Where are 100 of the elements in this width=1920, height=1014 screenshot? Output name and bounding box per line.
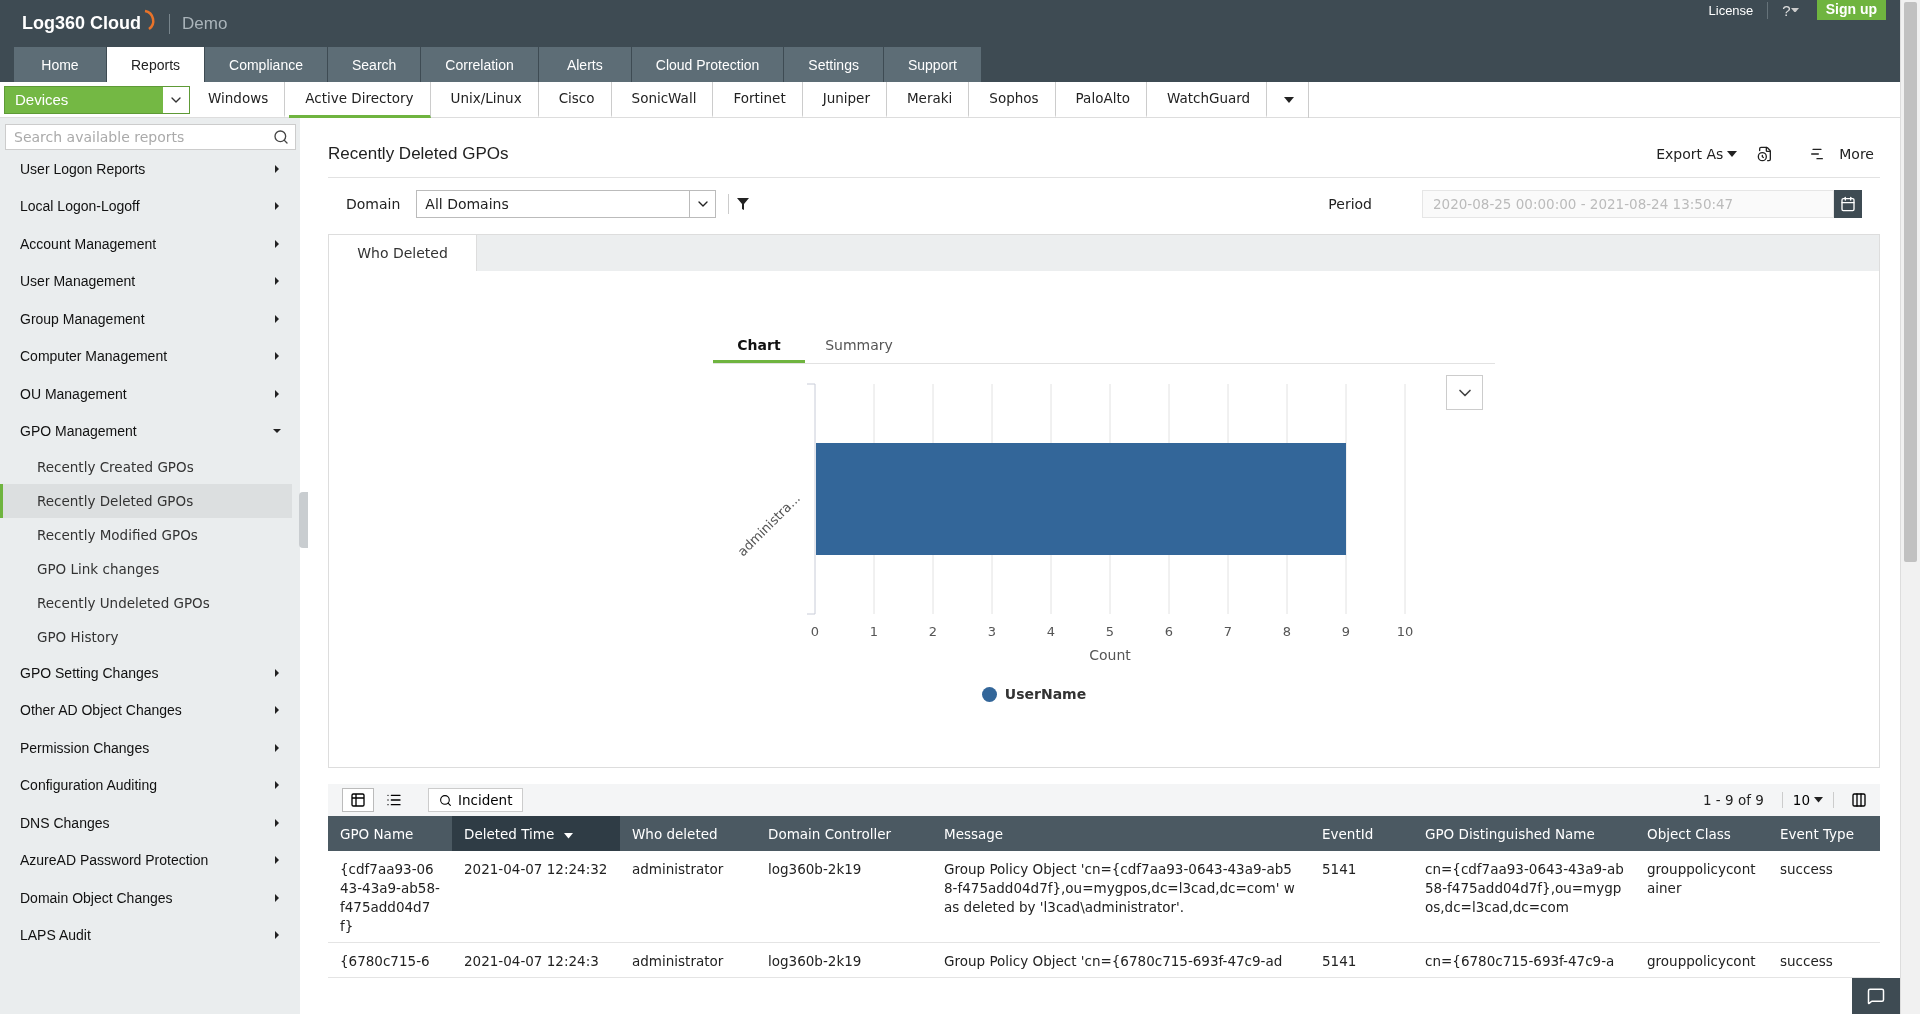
- nav-tab[interactable]: Home: [14, 47, 107, 82]
- chat-icon: [1867, 987, 1885, 1005]
- table-cell: {cdf7aa93-0643-43a9-ab58-f475add04d7f}: [328, 851, 452, 943]
- caret-right-icon: [272, 855, 282, 866]
- calendar-button[interactable]: [1834, 190, 1862, 218]
- tick-label: 2: [928, 624, 938, 639]
- nav-tab[interactable]: Alerts: [538, 47, 632, 82]
- sidebar-subitem[interactable]: Recently Created GPOs: [0, 450, 292, 484]
- nav-tab[interactable]: Cloud Protection: [631, 47, 785, 82]
- sidebar-item[interactable]: Other AD Object Changes: [0, 691, 292, 729]
- device-tab[interactable]: Cisco: [542, 81, 612, 118]
- view-tab[interactable]: Summary: [813, 329, 905, 363]
- sidebar-item[interactable]: Configuration Auditing: [0, 766, 292, 804]
- sidebar-item[interactable]: Local Logon-Logoff: [0, 187, 292, 225]
- sidebar-item[interactable]: DNS Changes: [0, 804, 292, 842]
- device-tab[interactable]: Active Directory: [289, 81, 431, 118]
- caret-down-icon: [1790, 7, 1799, 13]
- filter-icon[interactable]: [737, 198, 750, 210]
- sidebar-subitem[interactable]: GPO Link changes: [0, 552, 292, 586]
- column-header[interactable]: GPO Distinguished Name: [1413, 816, 1635, 851]
- sidebar-item[interactable]: AzureAD Password Protection: [0, 841, 292, 879]
- sidebar-item[interactable]: Group Management: [0, 300, 292, 338]
- column-header[interactable]: Event Type: [1768, 816, 1880, 851]
- device-tab[interactable]: Juniper: [806, 81, 887, 118]
- scrollbar-thumb[interactable]: [1904, 2, 1917, 562]
- column-header[interactable]: Domain Controller: [756, 816, 932, 851]
- column-header[interactable]: Who deleted: [620, 816, 756, 851]
- sidebar-subitem[interactable]: Recently Deleted GPOs: [0, 484, 292, 518]
- export-button[interactable]: Export As: [1650, 144, 1744, 163]
- schedule-icon[interactable]: [1757, 145, 1774, 162]
- chat-button[interactable]: [1852, 978, 1900, 1014]
- sidebar-item[interactable]: GPO Setting Changes: [0, 654, 292, 692]
- search-input[interactable]: Search available reports: [12, 128, 273, 146]
- column-header[interactable]: Message: [932, 816, 1310, 851]
- sidebar-item[interactable]: LAPS Audit: [0, 916, 292, 954]
- view-tab[interactable]: Chart: [713, 329, 805, 363]
- legend-label[interactable]: UserName: [1004, 686, 1087, 702]
- nav-tab[interactable]: Compliance: [205, 47, 328, 82]
- sidebar-subitem[interactable]: GPO History: [0, 620, 292, 654]
- sidebar-item[interactable]: Permission Changes: [0, 729, 292, 767]
- incident-button[interactable]: Incident: [428, 788, 524, 812]
- column-header[interactable]: Deleted Time: [452, 816, 620, 851]
- device-tab[interactable]: Sophos: [973, 81, 1056, 118]
- page-range: 1 - 9 of 9: [1703, 792, 1764, 808]
- device-tab[interactable]: Unix/Linux: [434, 81, 539, 118]
- table-cell: cn={cdf7aa93-0643-43a9-ab58-f475add04d7f},ou=mygpos,dc=l3cad,dc=com: [1413, 851, 1635, 943]
- caret-down-icon: [1283, 96, 1294, 103]
- sidebar-subitem[interactable]: Recently Undeleted GPOs: [0, 586, 292, 620]
- sidebar-item[interactable]: GPO Management: [0, 412, 292, 450]
- caret-down-icon: [564, 833, 574, 839]
- column-header[interactable]: EventId: [1310, 816, 1413, 851]
- tick-label: 10: [1396, 624, 1414, 639]
- nav-tab[interactable]: Support: [883, 47, 982, 82]
- table-cell: grouppolicycontainer: [1635, 851, 1768, 943]
- sidebar-item[interactable]: Domain Object Changes: [0, 879, 292, 917]
- sidebar-subitem[interactable]: Recently Modified GPOs: [0, 518, 292, 552]
- device-tab[interactable]: PaloAlto: [1059, 81, 1147, 118]
- device-tab[interactable]: Windows: [192, 81, 286, 118]
- tick-label: 4: [1046, 624, 1056, 639]
- nav-tab[interactable]: Search: [327, 47, 422, 82]
- domain-label: Domain: [346, 196, 401, 212]
- sidebar-item[interactable]: User Management: [0, 262, 292, 300]
- panel-tab[interactable]: Who Deleted: [329, 235, 477, 271]
- nav-tab[interactable]: Correlation: [421, 47, 539, 82]
- nav-tab[interactable]: Reports: [107, 47, 206, 82]
- table-cell: 2021-04-07 12:24:3: [452, 942, 620, 978]
- column-header[interactable]: Object Class: [1635, 816, 1768, 851]
- column-header[interactable]: GPO Name: [328, 816, 452, 851]
- more-button[interactable]: More: [1803, 144, 1880, 163]
- help-button[interactable]: ?: [1767, 1, 1803, 19]
- tick-label: 3: [987, 624, 997, 639]
- table-cell: {6780c715-6: [328, 942, 452, 978]
- calendar-icon: [1840, 196, 1856, 212]
- caret-right-icon: [272, 667, 282, 678]
- search-field[interactable]: Search available reports: [5, 124, 296, 150]
- sidebar-item[interactable]: Account Management: [0, 225, 292, 263]
- device-tab[interactable]: Fortinet: [717, 81, 803, 118]
- sidebar-item[interactable]: Computer Management: [0, 337, 292, 375]
- tick-label: 1: [869, 624, 879, 639]
- caret-right-icon: [272, 163, 282, 174]
- caret-right-icon: [272, 313, 282, 324]
- caret-right-icon: [272, 705, 282, 716]
- device-tab[interactable]: WatchGuard: [1150, 81, 1268, 118]
- device-tab[interactable]: SonicWall: [615, 81, 714, 118]
- caret-right-icon: [272, 892, 282, 903]
- logo[interactable]: Log360 Cloud: [22, 13, 141, 34]
- nav-tab[interactable]: Settings: [784, 47, 884, 82]
- tick-label: 9: [1341, 624, 1351, 639]
- domain-select[interactable]: All Domains: [416, 190, 717, 218]
- table-cell: administrator: [620, 851, 756, 943]
- table-view-button[interactable]: [342, 788, 374, 812]
- caret-right-icon: [272, 201, 282, 212]
- table-icon: [350, 792, 366, 808]
- collapse-handle[interactable]: [299, 492, 308, 548]
- device-tab[interactable]: Meraki: [890, 81, 970, 118]
- sidebar-item[interactable]: User Logon Reports: [0, 150, 292, 188]
- sidebar-item[interactable]: OU Management: [0, 375, 292, 413]
- page-size-select[interactable]: 10: [1781, 792, 1834, 808]
- license-link[interactable]: License: [1708, 2, 1754, 18]
- period-label: Period: [1328, 196, 1372, 212]
